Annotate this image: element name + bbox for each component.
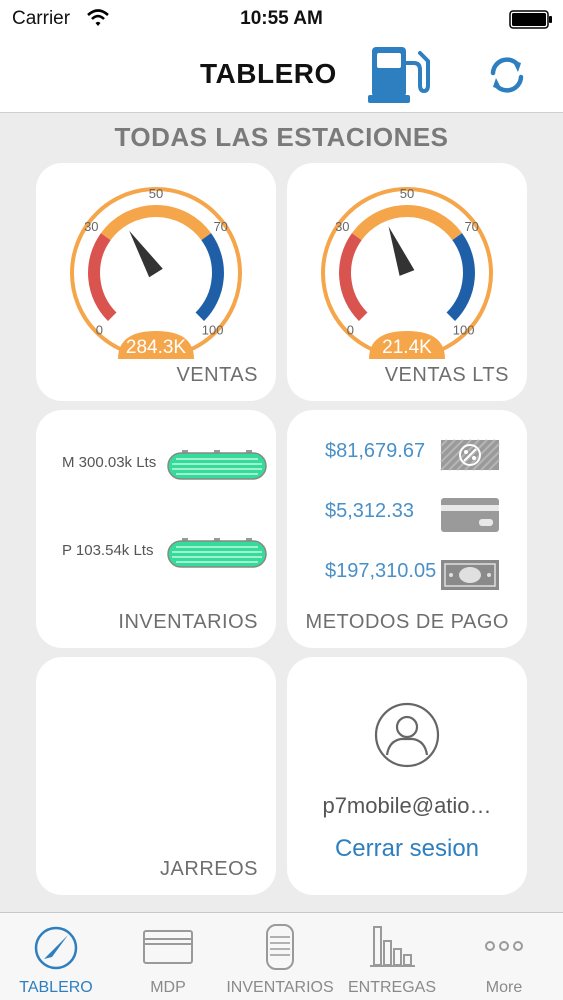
gauge-mid-band <box>351 204 463 241</box>
tab-bar: TABLERO MDP INVENTARIOS ENTREGAS More <box>0 912 563 1000</box>
payment-item: $81,679.67 <box>325 436 525 476</box>
fuel-pump-icon[interactable] <box>366 43 430 105</box>
gauge-tick-label: 100 <box>453 323 475 338</box>
payment-amount: $197,310.05 <box>325 560 437 582</box>
jarreos-card[interactable]: JARREOS <box>36 657 276 895</box>
page-title: TABLERO <box>200 58 337 89</box>
payment-methods-label: METODOS DE PAGO <box>305 611 509 633</box>
status-bar: Carrier 10:55 AM <box>0 0 563 40</box>
gauge-tick-label: 70 <box>213 219 227 234</box>
cash-icon <box>441 560 499 590</box>
gauge-tick-label: 0 <box>96 323 103 338</box>
tab-more[interactable]: More <box>448 913 560 1000</box>
user-email: p7mobile@atio… <box>322 793 492 818</box>
logout-link[interactable]: Cerrar sesion <box>287 835 527 863</box>
user-avatar-icon <box>374 702 440 768</box>
tab-mdp[interactable]: MDP <box>112 913 224 1000</box>
section-title: TODAS LAS ESTACIONES <box>114 122 449 152</box>
liters-gauge-label: VENTAS LTS <box>384 364 509 386</box>
inventory-item: P 103.54k Lts <box>62 536 272 570</box>
liters-gauge: 0 30 50 70 100 21.4K <box>321 186 493 359</box>
gauge-high-band <box>446 233 475 322</box>
gauge-tick-label: 100 <box>202 323 224 338</box>
gauge-tick-label: 0 <box>347 323 354 338</box>
tab-tablero[interactable]: TABLERO <box>0 913 112 1000</box>
gauge-tick-label: 50 <box>149 186 163 201</box>
tab-label: More <box>485 979 523 996</box>
payment-amount: $5,312.33 <box>325 500 414 522</box>
gauge-high-band <box>195 233 224 322</box>
sales-gauge: 0 30 50 70 100 284.3K <box>70 186 242 359</box>
sales-gauge-card[interactable]: 0 30 50 70 100 284.3K VENTAS <box>36 163 276 401</box>
bar-chart-icon <box>370 926 415 967</box>
card-icon <box>143 930 193 964</box>
gauge-value: 21.4K <box>382 337 432 358</box>
voucher-icon <box>440 439 500 471</box>
gauge-tick-label: 50 <box>400 186 414 201</box>
nav-bar: TABLERO <box>0 40 563 113</box>
sales-gauge-label: VENTAS <box>176 364 258 386</box>
tank-icon <box>266 924 294 970</box>
gauge-low-band <box>88 233 117 322</box>
inventory-item-label: P 103.54k Lts <box>62 542 154 559</box>
gauge-needle <box>388 226 415 276</box>
inventory-label: INVENTARIOS <box>118 611 258 633</box>
speedometer-icon <box>34 926 78 970</box>
payment-item: $197,310.05 <box>325 556 525 596</box>
gauge-tick-label: 70 <box>464 219 478 234</box>
payment-item: $5,312.33 <box>325 496 525 536</box>
gauge-low-band <box>339 233 368 322</box>
inventory-item-label: M 300.03k Lts <box>62 454 157 471</box>
gauge-tick-label: 30 <box>335 219 349 234</box>
inventory-item: M 300.03k Lts <box>62 448 272 482</box>
status-time: 10:55 AM <box>240 8 323 29</box>
liters-gauge-card[interactable]: 0 30 50 70 100 21.4K VENTAS LTS <box>287 163 527 401</box>
credit-card-icon <box>441 498 499 532</box>
gauge-mid-band <box>100 204 212 241</box>
payment-methods-card[interactable]: $81,679.67 $5,312.33 $197,310.05 METODOS… <box>287 410 527 648</box>
inventory-card[interactable]: M 300.03k Lts P 103.54k Lts INVENTARIOS <box>36 410 276 648</box>
gauge-value: 284.3K <box>126 337 187 358</box>
jarreos-label: JARREOS <box>160 858 258 880</box>
refresh-icon[interactable] <box>484 52 530 98</box>
user-card: p7mobile@atio… Cerrar sesion <box>287 657 527 895</box>
tab-inventarios[interactable]: INVENTARIOS <box>224 913 336 1000</box>
tank-icon <box>167 538 267 568</box>
gauge-needle <box>129 230 163 278</box>
tank-icon <box>167 450 267 480</box>
more-icon <box>485 941 523 951</box>
payment-amount: $81,679.67 <box>325 440 426 462</box>
gauge-tick-label: 30 <box>84 219 98 234</box>
tab-entregas[interactable]: ENTREGAS <box>336 913 448 1000</box>
battery-icon <box>509 10 552 29</box>
